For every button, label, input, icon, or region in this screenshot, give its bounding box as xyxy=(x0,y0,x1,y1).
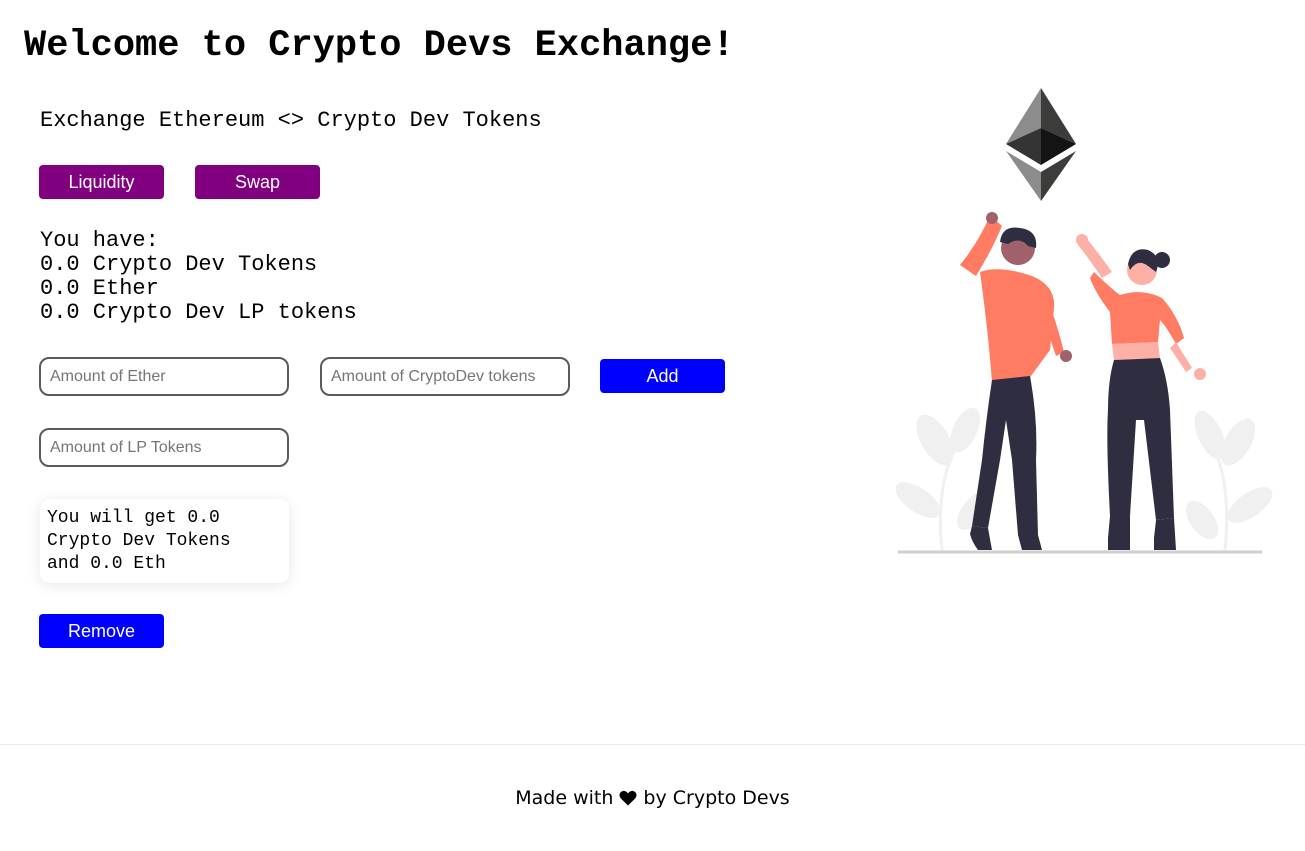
footer-by-text: by Crypto Devs xyxy=(643,787,790,809)
footer-made-with: Made with xyxy=(515,787,614,809)
page-title: Welcome to Crypto Devs Exchange! xyxy=(24,25,735,67)
result-line-tokens: Crypto Dev Tokens xyxy=(47,531,231,551)
balances-heading: You have: xyxy=(40,228,159,253)
remove-liquidity-button[interactable]: Remove xyxy=(39,614,164,648)
man-figure xyxy=(960,212,1072,550)
lp-token-balance: 0.0 Crypto Dev LP tokens xyxy=(40,300,357,325)
crypto-dev-token-balance: 0.0 Crypto Dev Tokens xyxy=(40,252,318,277)
result-line-eth: and 0.0 Eth xyxy=(47,554,166,574)
ether-amount-input[interactable] xyxy=(39,357,289,396)
lp-amount-input[interactable] xyxy=(39,428,289,467)
ether-balance: 0.0 Ether xyxy=(40,276,159,301)
balances-panel: You have: 0.0 Crypto Dev Tokens 0.0 Ethe… xyxy=(40,229,357,325)
remove-result-card: You will get 0.0 Crypto Dev Tokens and 0… xyxy=(40,499,289,583)
result-line-amount: You will get 0.0 xyxy=(47,508,220,528)
liquidity-tab-button[interactable]: Liquidity xyxy=(39,165,164,199)
background-plants xyxy=(895,407,1273,551)
page-footer: Made with by Crypto Devs xyxy=(0,744,1305,851)
heart-icon xyxy=(619,790,637,806)
woman-figure xyxy=(1076,234,1206,550)
add-liquidity-button[interactable]: Add xyxy=(600,359,725,393)
page-description: Exchange Ethereum <> Crypto Dev Tokens xyxy=(40,108,542,133)
exchange-illustration xyxy=(895,88,1273,554)
swap-tab-button[interactable]: Swap xyxy=(195,165,320,199)
ethereum-logo xyxy=(1006,88,1076,201)
cryptodev-amount-input[interactable] xyxy=(320,357,570,396)
